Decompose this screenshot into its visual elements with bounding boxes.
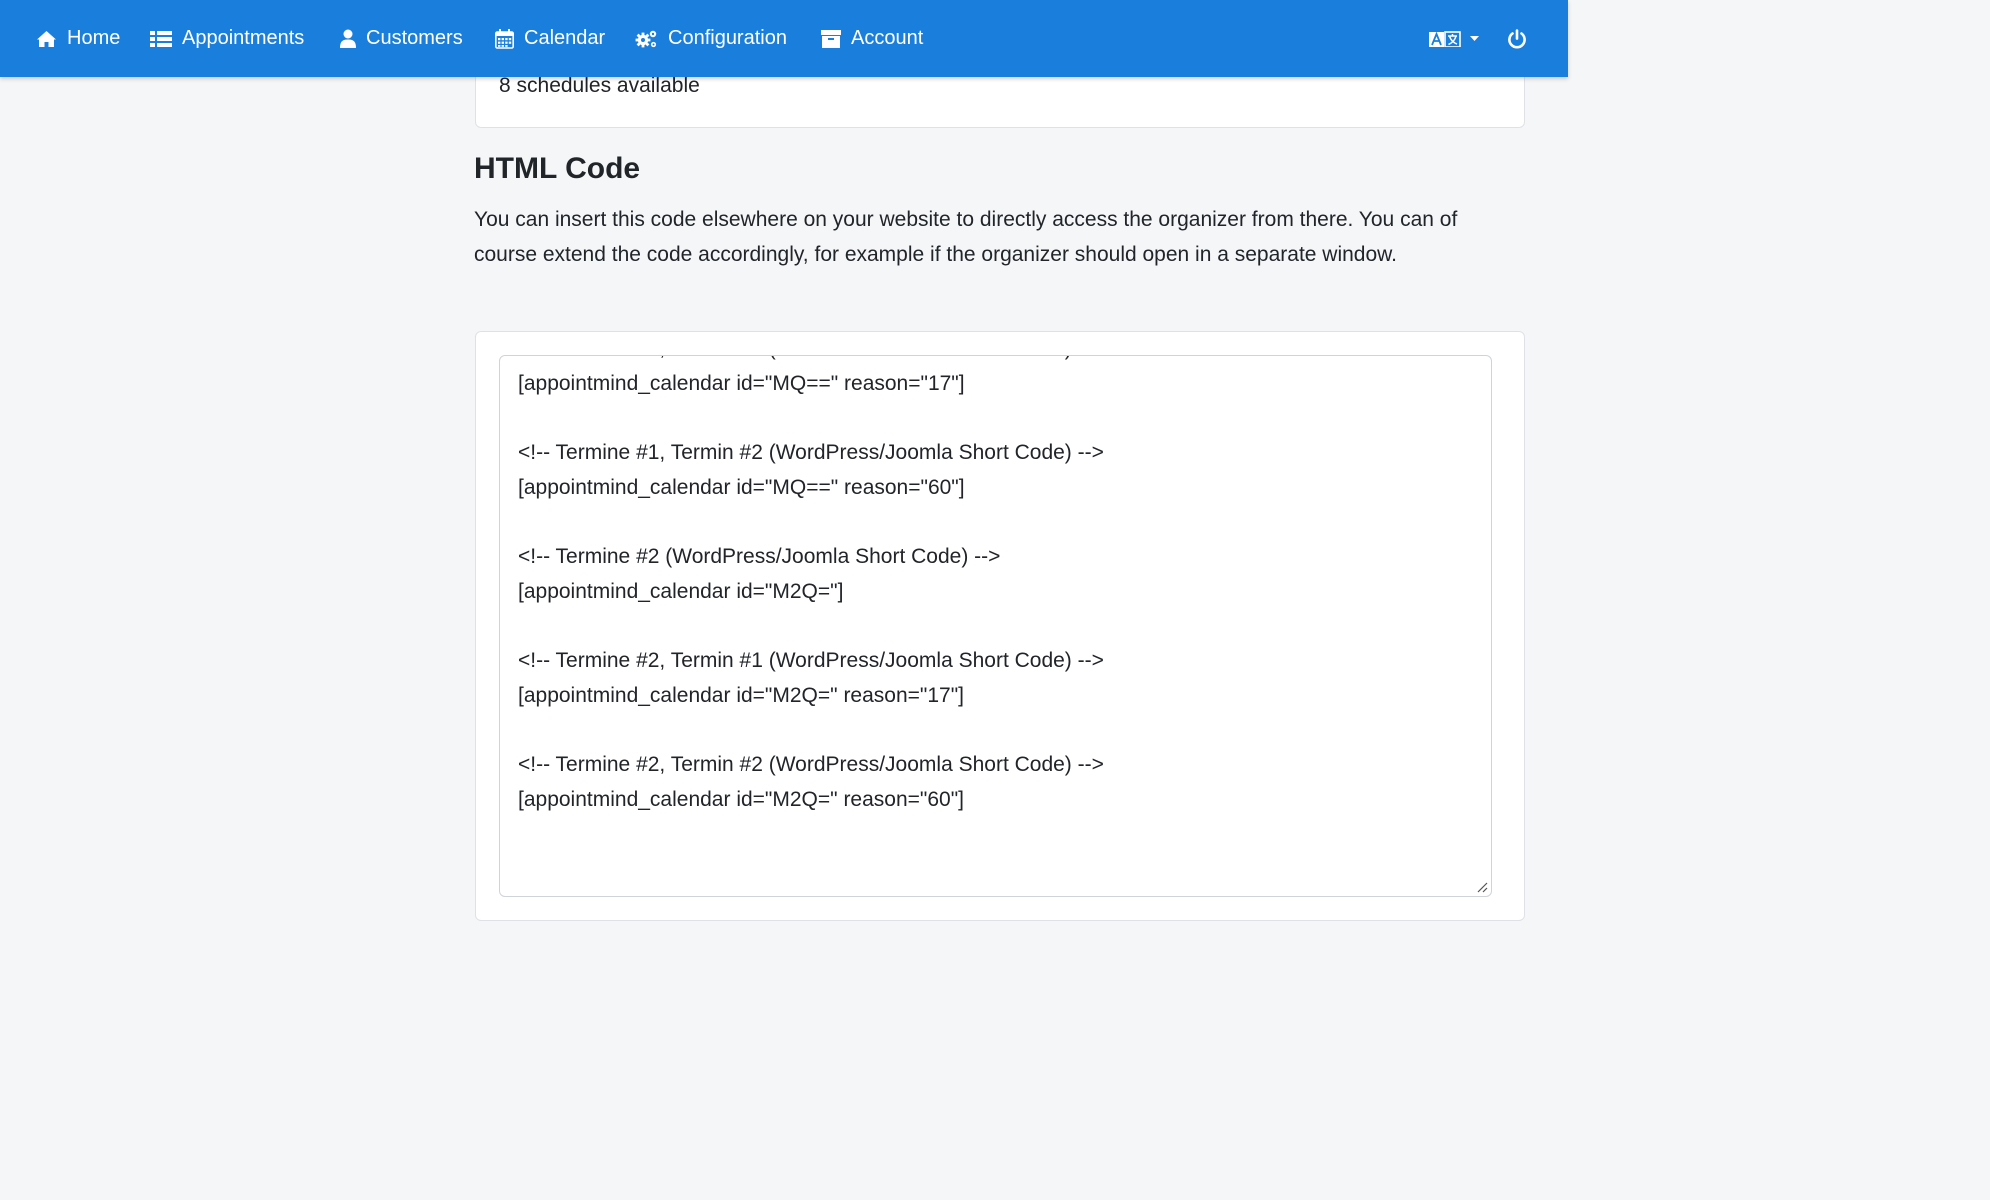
html-code-textarea[interactable]: <!-- Termine #1, Termin #1 (WordPress/Jo… <box>499 355 1492 897</box>
nav-account-label: Account <box>851 27 924 49</box>
nav-appointments-label: Appointments <box>182 27 305 49</box>
home-icon <box>37 30 56 47</box>
code-line: <!-- Termine #1, Termin #2 (WordPress/Jo… <box>518 441 1104 465</box>
nav-configuration[interactable]: Configuration <box>635 0 787 77</box>
code-line: <!-- Termine #2 (WordPress/Joomla Short … <box>518 545 1001 569</box>
code-line: [appointmind_calendar id="M2Q=" reason="… <box>518 683 965 707</box>
code-line: [appointmind_calendar id="MQ==" reason="… <box>518 371 965 395</box>
code-line: <!-- Termine #2, Termin #1 (WordPress/Jo… <box>518 649 1104 673</box>
code-line: [appointmind_calendar id="M2Q="] <box>518 579 844 603</box>
list-icon <box>150 30 172 47</box>
code-line: <!-- Termine #1, Termin #1 (WordPress/Jo… <box>518 356 1104 367</box>
resize-handle-icon[interactable] <box>1476 881 1488 893</box>
schedules-count: 8 schedules available <box>499 74 700 97</box>
code-text: <!-- Termine #1, Termin #1 (WordPress/Jo… <box>518 356 1104 818</box>
nav-configuration-label: Configuration <box>668 27 787 49</box>
nav-appointments[interactable]: Appointments <box>150 0 304 77</box>
nav-customers-label: Customers <box>366 27 463 49</box>
user-icon <box>340 29 356 48</box>
top-navbar: Home Appointments Customers Calendar Con… <box>0 0 1568 77</box>
nav-customers[interactable]: Customers <box>340 0 463 77</box>
nav-calendar[interactable]: Calendar <box>495 0 605 77</box>
language-dropdown[interactable] <box>1429 0 1479 77</box>
section-title: HTML Code <box>474 152 641 185</box>
code-line: <!-- Termine #2, Termin #2 (WordPress/Jo… <box>518 753 1104 777</box>
code-line: [appointmind_calendar id="M2Q=" reason="… <box>518 787 965 811</box>
nav-calendar-label: Calendar <box>524 27 606 49</box>
logout-button[interactable] <box>1507 0 1527 77</box>
language-icon <box>1429 30 1461 47</box>
chevron-down-icon <box>1470 36 1479 41</box>
nav-home[interactable]: Home <box>36 0 120 77</box>
archive-icon <box>821 29 841 48</box>
nav-account[interactable]: Account <box>821 0 923 77</box>
html-code-card: <!-- Termine #1, Termin #1 (WordPress/Jo… <box>475 331 1525 921</box>
power-icon <box>1508 28 1526 48</box>
code-line: [appointmind_calendar id="MQ==" reason="… <box>518 475 965 499</box>
nav-home-label: Home <box>67 27 121 49</box>
gears-icon <box>635 30 657 47</box>
section-description: You can insert this code elsewhere on yo… <box>474 208 1458 266</box>
calendar-icon <box>495 28 514 49</box>
